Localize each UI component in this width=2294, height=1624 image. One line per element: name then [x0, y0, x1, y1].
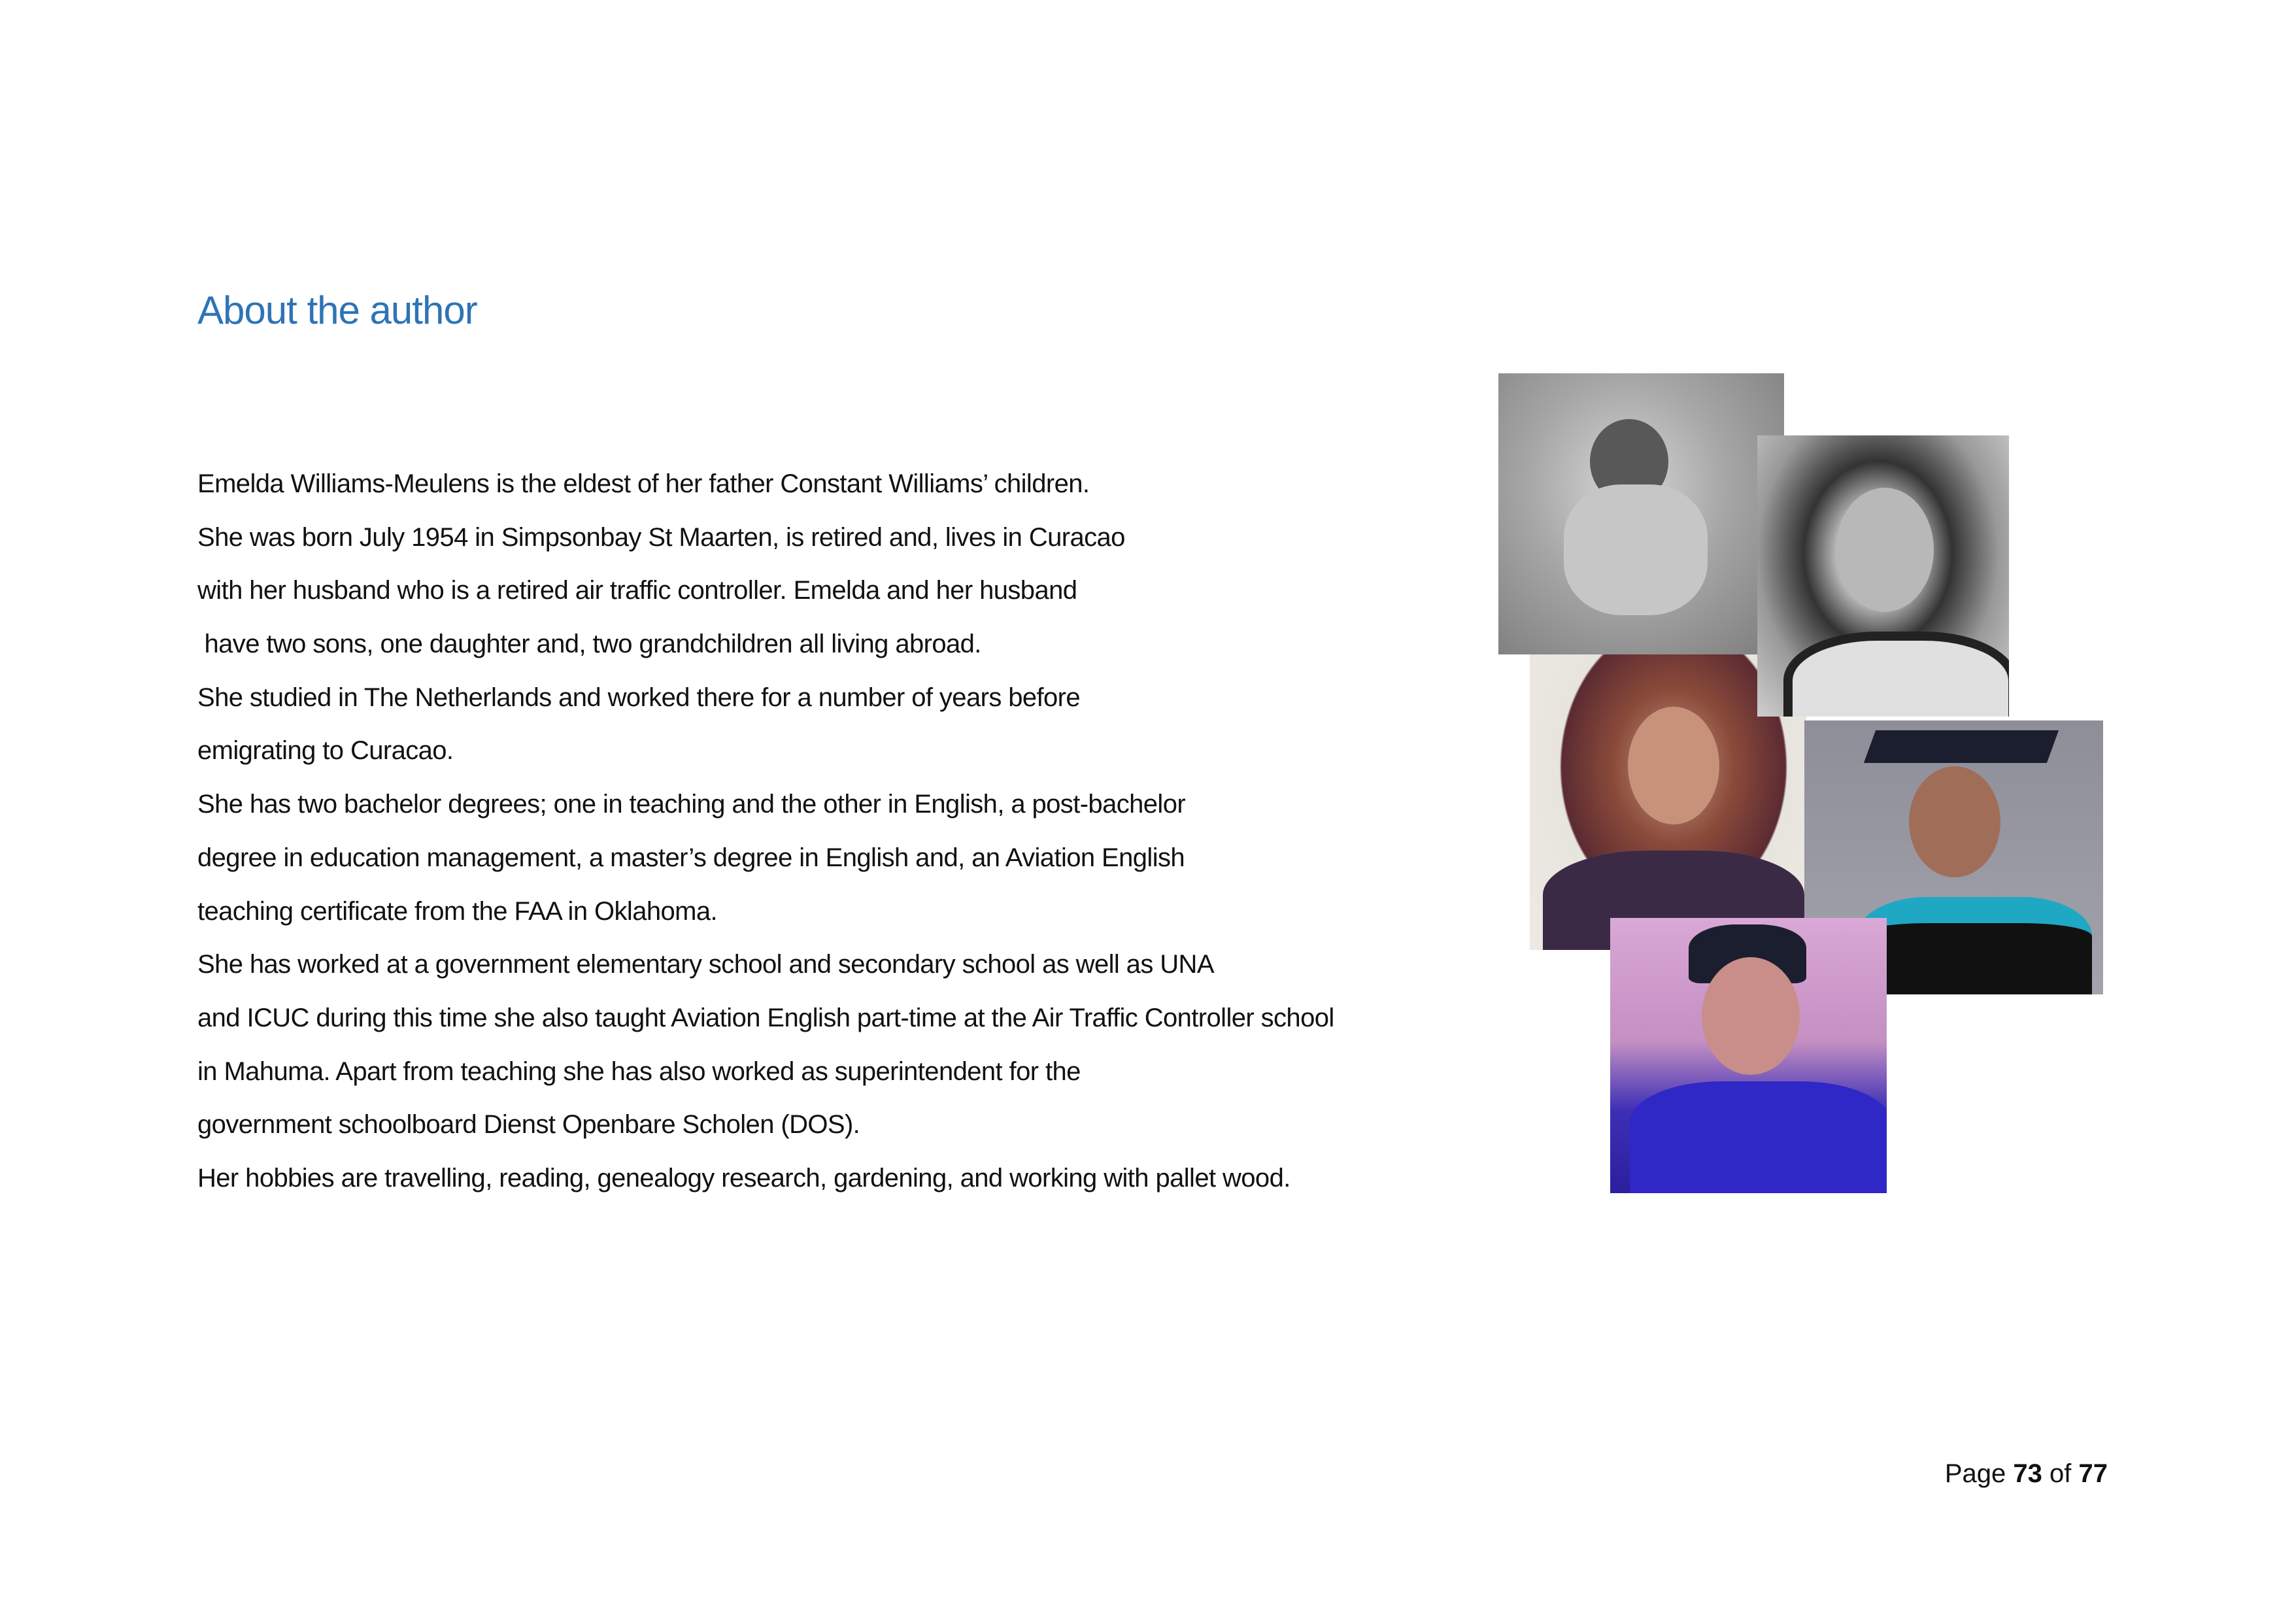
total-pages: 77 [2078, 1459, 2108, 1488]
page-separator: of [2049, 1459, 2072, 1488]
bio-line: teaching certificate from the FAA in Okl… [197, 896, 718, 926]
young-woman-bw-photo [1757, 435, 2009, 717]
bio-line: She has two bachelor degrees; one in tea… [197, 790, 1186, 819]
bio-line: with her husband who is a retired air tr… [197, 576, 1077, 605]
bio-line: degree in education management, a master… [197, 843, 1185, 872]
bio-line: Emelda Williams-Meulens is the eldest of… [197, 469, 1090, 498]
bio-line: emigrating to Curacao. [197, 736, 454, 766]
baby-photo [1498, 373, 1784, 654]
current-page: 73 [2013, 1459, 2042, 1488]
bio-line: She has worked at a government elementar… [197, 950, 1215, 979]
author-bio: Emelda Williams-Meulens is the eldest of… [197, 458, 1472, 1206]
page-title: About the author [197, 288, 478, 332]
bio-line: and ICUC during this time she also taugh… [197, 1003, 1334, 1032]
page-prefix: Page [1944, 1459, 2006, 1488]
bio-line: Her hobbies are travelling, reading, gen… [197, 1163, 1290, 1193]
bio-line: in Mahuma. Apart from teaching she has a… [197, 1057, 1081, 1086]
page-number: Page 73 of 77 [1945, 1459, 2108, 1489]
bio-line: government schoolboard Dienst Openbare S… [197, 1110, 860, 1140]
bio-line: She was born July 1954 in Simpsonbay St … [197, 522, 1125, 552]
bio-line: have two sons, one daughter and, two gra… [197, 630, 982, 659]
bio-line: She studied in The Netherlands and worke… [197, 683, 1081, 712]
doctoral-gown-photo [1610, 918, 1887, 1193]
